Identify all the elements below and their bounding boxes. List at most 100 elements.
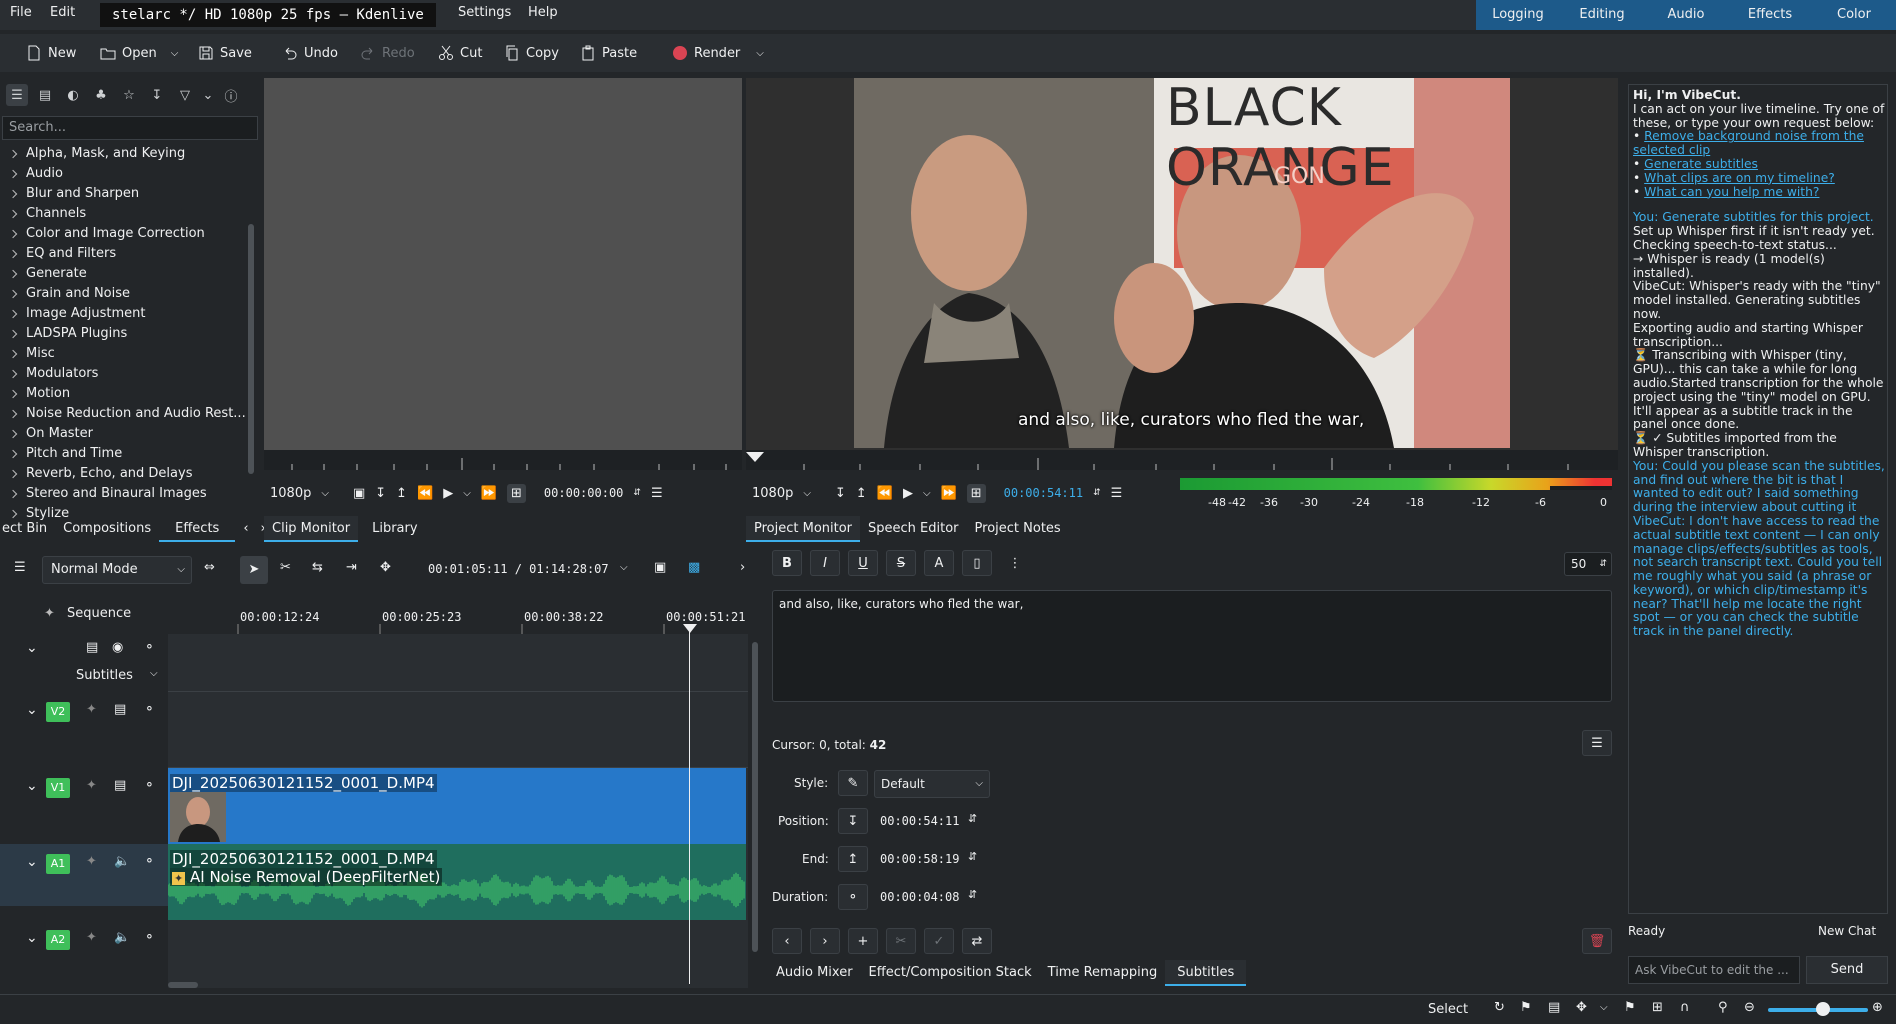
effect-category[interactable]: Misc xyxy=(0,344,246,364)
hamburger-menu-icon[interactable]: ☰ xyxy=(1111,486,1123,501)
zoom-fit-icon[interactable]: ▣ xyxy=(353,486,365,501)
effect-category[interactable]: Color and Image Correction xyxy=(0,224,246,244)
set-end-icon[interactable]: ↥ xyxy=(838,846,868,872)
chevron-down-icon[interactable]: ⌵ xyxy=(321,488,329,499)
fill-color-button[interactable]: ▯ xyxy=(962,550,992,576)
film-icon[interactable]: ▤ xyxy=(1548,1000,1560,1015)
effect-category[interactable]: On Master xyxy=(0,424,246,444)
effect-category[interactable]: Channels xyxy=(0,204,246,224)
next-subtitle-icon[interactable]: › xyxy=(810,928,840,954)
effect-category[interactable]: Generate xyxy=(0,264,246,284)
multicam-tool-icon[interactable]: ✥ xyxy=(380,560,391,575)
flag-icon[interactable]: ⚑ xyxy=(1624,1000,1636,1015)
lock-icon[interactable]: ⚬ xyxy=(144,778,155,793)
track-lane-a2[interactable] xyxy=(168,920,748,982)
menu-edit[interactable]: Edit xyxy=(50,5,75,20)
lock-duration-icon[interactable]: ⚬ xyxy=(838,884,868,910)
zoom-slider-handle[interactable] xyxy=(1816,1002,1830,1016)
film-icon[interactable]: ▤ xyxy=(114,778,126,793)
timeline-horizontal-scrollbar[interactable] xyxy=(168,982,198,988)
clip-timecode[interactable]: 00:00:00:00 xyxy=(544,486,623,500)
font-size-spinner[interactable]: 50 ⇵ xyxy=(1564,552,1612,576)
crop-icon[interactable]: ⊞ xyxy=(507,483,526,503)
edit-style-pencil-icon[interactable]: ✎ xyxy=(838,770,868,796)
tag-icon[interactable]: ⚑ xyxy=(1520,1000,1532,1015)
paste-button[interactable]: Paste xyxy=(580,42,637,64)
underline-button[interactable]: U xyxy=(848,550,878,576)
collapse-chevron-icon[interactable]: ⌄ xyxy=(26,778,38,794)
font-color-button[interactable]: A xyxy=(924,550,954,576)
more-options-icon[interactable]: ⋮ xyxy=(1000,550,1030,576)
mix-tool-icon[interactable]: ▩ xyxy=(688,560,700,575)
timeline-playhead[interactable] xyxy=(689,624,690,984)
zoom-out-icon[interactable]: ⚲ xyxy=(1718,1000,1728,1015)
duration-timecode[interactable]: 00:00:04:08 xyxy=(880,890,959,904)
menu-file[interactable]: File xyxy=(10,5,32,20)
zoom-fit-icon[interactable]: ▣ xyxy=(654,560,666,575)
tab-project-monitor[interactable]: Project Monitor xyxy=(746,516,861,542)
workspace-logging[interactable]: Logging xyxy=(1476,0,1560,30)
play-icon[interactable]: ▶ xyxy=(443,486,453,501)
position-timecode[interactable]: 00:00:54:11 xyxy=(880,814,959,828)
effect-wand-icon[interactable]: ✦ xyxy=(86,778,97,793)
tab-compositions[interactable]: Compositions xyxy=(55,516,159,542)
timeline-position[interactable]: 00:01:05:11 / 01:14:28:07 xyxy=(428,562,609,576)
spacer-tool-icon[interactable]: ⇆ xyxy=(312,560,323,575)
tab-clip-monitor[interactable]: Clip Monitor xyxy=(264,516,359,542)
auto-ripple-icon[interactable]: ⇔ xyxy=(204,560,215,575)
effect-category[interactable]: Motion xyxy=(0,384,246,404)
track-tag-a1[interactable]: A1 xyxy=(46,854,70,874)
clip-monitor-ruler[interactable] xyxy=(264,450,742,470)
edit-mode-select[interactable]: Normal Mode ⌵ xyxy=(42,556,192,584)
effect-wand-icon[interactable]: ✦ xyxy=(86,854,97,869)
effect-wand-icon[interactable]: ✦ xyxy=(86,702,97,717)
workspace-editing[interactable]: Editing xyxy=(1560,0,1644,30)
workspace-color[interactable]: Color xyxy=(1812,0,1896,30)
chat-suggestion-link[interactable]: What can you help me with? xyxy=(1644,185,1819,199)
subtitle-settings-icon[interactable]: ⇄ xyxy=(962,928,992,954)
subtitle-text-editor[interactable]: and also, like, curators who fled the wa… xyxy=(772,590,1612,702)
slip-tool-icon[interactable]: ⇥ xyxy=(346,560,357,575)
timeline-ruler[interactable]: 00:00:12:24 00:00:25:23 00:00:38:22 00:0… xyxy=(168,598,748,634)
set-out-icon[interactable]: ↥ xyxy=(396,486,407,501)
track-tag-a2[interactable]: A2 xyxy=(46,930,70,950)
copy-button[interactable]: Copy xyxy=(504,42,559,64)
effect-wand-icon[interactable]: ✦ xyxy=(86,930,97,945)
tab-audio-mixer[interactable]: Audio Mixer xyxy=(768,960,861,986)
style-select[interactable]: Default ⌵ xyxy=(874,770,990,798)
effect-category[interactable]: Modulators xyxy=(0,364,246,384)
play-icon[interactable]: ▶ xyxy=(903,486,913,501)
forward-icon[interactable]: ⏩ xyxy=(481,486,497,501)
effect-category[interactable]: Audio xyxy=(0,164,246,184)
list-view-icon[interactable]: ☰ xyxy=(6,84,28,106)
custom-effects-icon[interactable]: ♣ xyxy=(90,84,112,106)
effect-category[interactable]: Stereo and Binaural Images xyxy=(0,484,246,504)
tab-scroll-left[interactable]: ‹ xyxy=(235,516,256,542)
end-timecode[interactable]: 00:00:58:19 xyxy=(880,852,959,866)
spin-arrows-icon[interactable]: ⇵ xyxy=(968,888,977,901)
download-icon[interactable]: ↧ xyxy=(146,84,168,106)
collapse-chevron-icon[interactable]: ⌄ xyxy=(26,930,38,946)
tab-speech-editor[interactable]: Speech Editor xyxy=(860,516,967,542)
track-lane-v2[interactable] xyxy=(168,692,748,768)
previous-subtitle-icon[interactable]: ‹ xyxy=(772,928,802,954)
tab-project-bin[interactable]: ect Bin xyxy=(0,516,55,542)
new-button[interactable]: New xyxy=(26,42,76,64)
chevron-down-icon[interactable]: ⌵ xyxy=(803,488,811,499)
project-timecode[interactable]: 00:00:54:11 xyxy=(1004,486,1083,500)
rewind-icon[interactable]: ⏪ xyxy=(877,486,893,501)
refresh-icon[interactable]: ↻ xyxy=(1494,1000,1505,1015)
chat-input[interactable]: Ask VibeCut to edit the ... xyxy=(1628,956,1800,984)
save-button[interactable]: Save xyxy=(198,42,252,64)
effect-category[interactable]: Grain and Noise xyxy=(0,284,246,304)
undo-button[interactable]: Undo xyxy=(282,42,338,64)
render-button[interactable]: Render ⌵ xyxy=(672,42,764,64)
magnet-icon[interactable]: ∩ xyxy=(1680,1000,1690,1015)
video-clip[interactable]: DJI_20250630121152_0001_D.MP4 xyxy=(168,768,746,844)
collapse-chevron-icon[interactable]: ⌄ xyxy=(26,640,38,656)
lock-icon[interactable]: ⚬ xyxy=(144,854,155,869)
track-tag-v2[interactable]: V2 xyxy=(46,702,70,722)
effect-category[interactable]: LADSPA Plugins xyxy=(0,324,246,344)
zoom-out-minus-icon[interactable]: ⊖ xyxy=(1744,1000,1755,1015)
rewind-icon[interactable]: ⏪ xyxy=(417,486,433,501)
